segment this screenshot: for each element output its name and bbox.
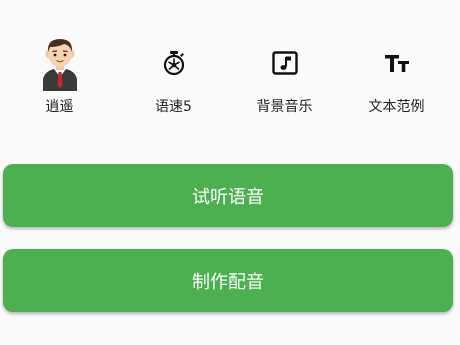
avatar-businessman-icon [42, 39, 77, 91]
preview-voice-button[interactable]: 试听语音 [3, 164, 453, 227]
music-label: 背景音乐 [256, 99, 313, 115]
voice-avatar-wrap [2, 35, 117, 91]
produce-dubbing-button[interactable]: 制作配音 [3, 249, 453, 312]
speed-icon-wrap [116, 35, 231, 91]
music-icon-wrap [227, 35, 342, 91]
voice-label: 逍遥 [45, 99, 74, 115]
speed-selector[interactable]: 语速5 [116, 30, 231, 125]
speed-label: 语速5 [155, 99, 192, 115]
voice-selector[interactable]: 逍遥 [2, 30, 117, 125]
option-toolbar: 逍遥 语速5 背景音乐 文本范例 [0, 0, 460, 130]
music-selector[interactable]: 背景音乐 [227, 30, 342, 125]
text-icon-wrap [339, 35, 454, 91]
text-size-icon [384, 55, 409, 72]
sample-text-selector[interactable]: 文本范例 [339, 30, 454, 125]
sample-text-label: 文本范例 [368, 99, 425, 115]
music-note-icon [271, 51, 298, 75]
stopwatch-icon [163, 51, 184, 76]
